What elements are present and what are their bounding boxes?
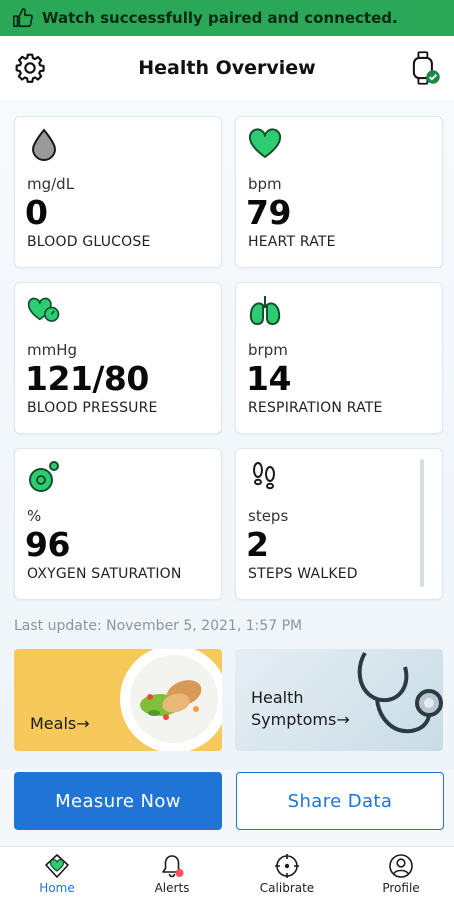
metric-unit: mg/dL (27, 175, 75, 193)
tab-label: Home (39, 881, 75, 895)
metric-card-steps-walked[interactable]: steps 2 STEPS WALKED (235, 448, 443, 600)
meals-label: Meals→ (30, 714, 90, 733)
metric-card-blood-glucose[interactable]: mg/dL 0 BLOOD GLUCOSE (14, 116, 222, 268)
metric-value: 96 (25, 525, 70, 564)
metric-card-blood-pressure[interactable]: mmHg 121/80 BLOOD PRESSURE (14, 282, 222, 434)
tab-profile[interactable]: Profile (356, 853, 446, 899)
metric-label: BLOOD PRESSURE (27, 400, 158, 416)
metric-value: 121/80 (25, 359, 149, 398)
meal-plate-image (120, 649, 222, 751)
thumbs-up-icon (13, 8, 33, 28)
metric-value: 79 (246, 193, 291, 232)
connection-banner: Watch successfully paired and connected. (0, 0, 454, 36)
symptoms-label: Health Symptoms→ (251, 687, 350, 731)
blood-drop-icon (31, 128, 57, 161)
watch-connected-icon[interactable] (408, 50, 440, 86)
heart-icon (248, 128, 282, 158)
metric-label: BLOOD GLUCOSE (27, 234, 151, 250)
metric-card-oxygen-saturation[interactable]: % 96 OXYGEN SATURATION (14, 448, 222, 600)
tab-label: Profile (382, 881, 420, 895)
symptoms-label-line2: Symptoms→ (251, 710, 350, 729)
meals-tile[interactable]: Meals→ (14, 649, 222, 751)
metric-value: 14 (246, 359, 291, 398)
oxygen-icon (29, 461, 59, 492)
symptoms-label-line1: Health (251, 688, 304, 707)
dashboard-content: mg/dL 0 BLOOD GLUCOSE bpm 79 HEART RATE … (0, 100, 454, 830)
bell-icon (162, 855, 184, 878)
metric-label: RESPIRATION RATE (248, 400, 383, 416)
tab-calibrate[interactable]: Calibrate (242, 853, 332, 899)
share-data-button[interactable]: Share Data (236, 772, 444, 830)
tab-label: Calibrate (259, 881, 315, 895)
lungs-icon (249, 296, 281, 325)
metric-value: 0 (25, 193, 48, 232)
banner-text: Watch successfully paired and connected. (42, 9, 398, 27)
metric-unit: % (27, 507, 42, 525)
metric-label: STEPS WALKED (248, 566, 358, 582)
metric-value: 2 (246, 525, 269, 564)
last-update-text: Last update: November 5, 2021, 1:57 PM (14, 618, 303, 634)
heart-gauge-icon (27, 297, 60, 322)
tab-alerts[interactable]: Alerts (127, 853, 217, 899)
app-header: Health Overview (0, 36, 454, 100)
gear-icon[interactable] (14, 52, 46, 84)
bottom-tab-bar: Home Alerts Calibrate Profile (0, 846, 454, 900)
tab-label: Alerts (154, 881, 190, 895)
footsteps-icon (253, 462, 275, 490)
measure-now-button[interactable]: Measure Now (14, 772, 222, 830)
metric-unit: steps (248, 507, 289, 525)
page-title: Health Overview (138, 57, 316, 79)
health-symptoms-tile[interactable]: Health Symptoms→ (235, 649, 443, 751)
tab-home[interactable]: Home (12, 853, 102, 899)
metric-unit: bpm (248, 175, 282, 193)
metric-card-heart-rate[interactable]: bpm 79 HEART RATE (235, 116, 443, 268)
profile-icon (389, 854, 413, 878)
metric-unit: brpm (248, 341, 288, 359)
metric-card-respiration-rate[interactable]: brpm 14 RESPIRATION RATE (235, 282, 443, 434)
home-heart-icon (45, 854, 69, 878)
crosshair-icon (275, 854, 299, 878)
scrollbar[interactable] (420, 459, 424, 587)
metric-unit: mmHg (27, 341, 78, 359)
metric-label: HEART RATE (248, 234, 336, 250)
stethoscope-image (357, 651, 443, 734)
metric-label: OXYGEN SATURATION (27, 566, 182, 582)
